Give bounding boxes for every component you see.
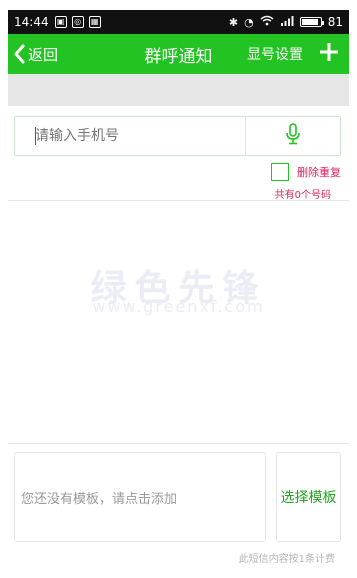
battery-level: 81: [327, 15, 343, 29]
watermark-logo-text: 绿色先锋: [90, 268, 267, 309]
back-label: 返回: [28, 45, 59, 64]
app-header: 返回 群呼通知 显号设置: [8, 34, 349, 74]
status-bar: 14:44 ▣ ◎ ▦ ✱ ◔ 81: [8, 10, 349, 34]
chevron-left-icon: [12, 44, 26, 64]
battery-icon: [299, 17, 324, 27]
voice-input-button[interactable]: [246, 117, 340, 155]
weibo-icon: ◎: [71, 16, 84, 28]
template-content-box[interactable]: 您还没有模板，请点击添加: [14, 452, 266, 542]
template-placeholder: 您还没有模板，请点击添加: [21, 491, 178, 507]
watermark-url: www.greenxf.com: [92, 297, 265, 316]
image-icon: ▦: [88, 16, 101, 28]
phone-number-input[interactable]: [15, 117, 245, 155]
microphone-icon: [285, 123, 301, 149]
remove-duplicates-label: 删除重复: [297, 166, 341, 179]
header-gray-strip: [8, 74, 349, 106]
app-screen: 14:44 ▣ ◎ ▦ ✱ ◔ 81 返回 群呼通知 显号设置 请输入手机号 删…: [0, 0, 357, 578]
status-time: 14:44: [14, 15, 49, 29]
wifi-icon: [260, 15, 274, 29]
remove-duplicates-toggle[interactable]: 删除重复: [271, 162, 341, 182]
choose-template-button[interactable]: 选择模板: [276, 452, 341, 542]
status-right-icons: ✱ ◔ 81: [229, 15, 343, 29]
display-number-settings-button[interactable]: 显号设置: [247, 34, 303, 74]
signal-icon: [280, 15, 294, 29]
phone-input-row: [14, 116, 341, 156]
plus-icon: [319, 42, 339, 66]
bluetooth-icon: ✱: [228, 15, 239, 29]
app-notification-icon: ▣: [54, 16, 67, 28]
billing-note: 此短信内容按1条计费: [238, 554, 335, 565]
alarm-icon: ◔: [244, 15, 254, 29]
numbers-list: 绿色先锋 www.greenxf.com: [8, 200, 349, 444]
text-caret: [35, 127, 36, 145]
add-button[interactable]: [317, 42, 341, 66]
number-count-text: 共有0个号码: [274, 190, 331, 201]
back-button[interactable]: 返回: [12, 34, 58, 74]
remove-duplicates-checkbox[interactable]: [271, 163, 289, 181]
